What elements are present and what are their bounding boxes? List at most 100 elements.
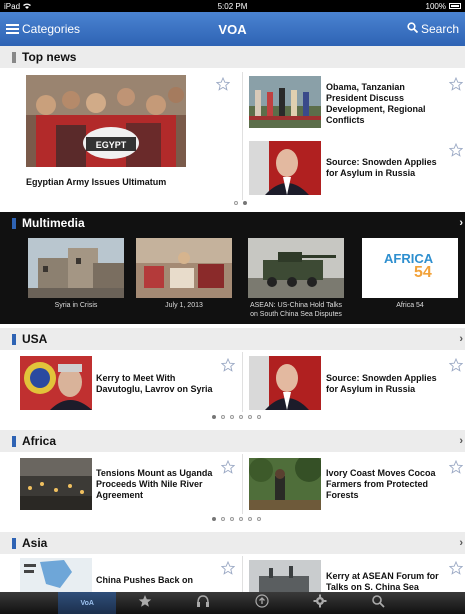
tab-audio[interactable] (174, 592, 232, 614)
column-divider (242, 72, 243, 200)
column-divider (242, 352, 243, 412)
voa-logo-icon: VoA (80, 599, 94, 607)
news-thumbnail[interactable] (249, 76, 321, 128)
column-divider (242, 556, 243, 592)
news-thumbnail[interactable] (249, 141, 321, 195)
favorite-star-icon[interactable] (448, 142, 464, 157)
section-title: Multimedia (22, 216, 85, 230)
multimedia-section: Multimedia › Syria in Crisis July 1, 201… (0, 212, 465, 324)
wifi-icon (23, 2, 32, 11)
tab-favorites[interactable] (116, 592, 174, 614)
section-title: Africa (22, 434, 57, 448)
star-icon (138, 594, 152, 613)
chevron-right-icon: › (459, 435, 463, 447)
battery-icon (448, 3, 461, 9)
multimedia-caption: July 1, 2013 (165, 302, 203, 309)
page-indicator[interactable] (212, 517, 261, 521)
multimedia-caption: ASEAN: US-China Hold Talks on South Chin… (249, 302, 343, 318)
headphones-icon (196, 594, 210, 613)
search-label: Search (420, 22, 459, 36)
page-dot[interactable] (234, 201, 238, 205)
news-headline[interactable]: Ivory Coast Moves Cocoa Farmers from Pro… (326, 468, 444, 501)
page-dot[interactable] (221, 415, 225, 419)
favorite-star-icon[interactable] (220, 560, 236, 575)
categories-button[interactable]: Categories (6, 22, 156, 36)
page-dot[interactable] (243, 201, 247, 205)
status-bar: iPad 5:02 PM 100% (0, 0, 465, 12)
section-header-top-news[interactable]: Top news (0, 46, 465, 68)
page-dot[interactable] (221, 517, 225, 521)
multimedia-caption: Syria in Crisis (54, 302, 98, 309)
news-thumbnail[interactable] (20, 558, 92, 592)
page-indicator[interactable] (234, 201, 247, 205)
page-dot[interactable] (230, 415, 234, 419)
menu-icon (6, 24, 19, 34)
multimedia-item[interactable]: Syria in Crisis (28, 238, 124, 320)
news-thumbnail[interactable] (249, 356, 321, 410)
page-dot[interactable] (257, 415, 261, 419)
section-header-africa[interactable]: Africa › (0, 430, 465, 452)
tab-search[interactable] (349, 592, 407, 614)
svg-text:EGYPT: EGYPT (96, 140, 127, 150)
tab-spacer (407, 592, 465, 614)
search-icon (407, 22, 419, 36)
news-headline[interactable]: Tensions Mount as Uganda Proceeds With N… (96, 468, 218, 501)
page-dot[interactable] (239, 517, 243, 521)
news-headline[interactable]: Obama, Tanzanian President Discuss Devel… (326, 82, 436, 126)
favorite-star-icon[interactable] (220, 357, 236, 372)
multimedia-item[interactable]: ASEAN: US-China Hold Talks on South Chin… (248, 238, 344, 320)
news-headline[interactable]: Kerry at ASEAN Forum for Talks on S. Chi… (326, 571, 442, 593)
news-thumbnail[interactable] (20, 458, 92, 510)
news-headline[interactable]: Source: Snowden Applies for Asylum in Ru… (326, 157, 438, 179)
news-thumbnail[interactable] (249, 560, 321, 592)
section-title: Asia (22, 536, 48, 550)
favorite-star-icon[interactable] (448, 560, 464, 575)
section-marker (12, 537, 16, 549)
device-label: iPad (4, 1, 21, 11)
chevron-right-icon: › (459, 537, 463, 549)
favorite-star-icon[interactable] (220, 459, 236, 474)
featured-headline[interactable]: Egyptian Army Issues Ultimatum (26, 177, 226, 188)
favorite-star-icon[interactable] (215, 76, 231, 91)
page-dot[interactable] (230, 517, 234, 521)
page-dot[interactable] (257, 517, 261, 521)
search-button[interactable]: Search (309, 22, 459, 36)
page-dot[interactable] (248, 415, 252, 419)
multimedia-thumbnail (248, 238, 344, 298)
page-dot[interactable] (212, 415, 216, 419)
favorite-star-icon[interactable] (448, 357, 464, 372)
news-thumbnail[interactable] (20, 356, 92, 410)
bottom-tab-bar: VoA (0, 592, 465, 614)
favorite-star-icon[interactable] (448, 76, 464, 91)
app-title: VOA (218, 21, 247, 37)
section-header-asia[interactable]: Asia › (0, 532, 465, 554)
multimedia-item[interactable]: AFRICA 54 Africa 54 (362, 238, 458, 320)
multimedia-caption: Africa 54 (396, 302, 424, 309)
page-dot[interactable] (212, 517, 216, 521)
chevron-right-icon: › (459, 217, 463, 229)
upload-icon (254, 593, 269, 613)
multimedia-thumbnail (28, 238, 124, 298)
favorite-star-icon[interactable] (448, 459, 464, 474)
tab-home[interactable]: VoA (58, 592, 117, 614)
featured-news-image[interactable]: EGYPT (26, 75, 186, 167)
news-headline[interactable]: Source: Snowden Applies for Asylum in Ru… (326, 373, 438, 395)
battery-percent: 100% (425, 1, 446, 11)
multimedia-item[interactable]: July 1, 2013 (136, 238, 232, 320)
news-headline[interactable]: China Pushes Back on (96, 575, 214, 586)
page-dot[interactable] (239, 415, 243, 419)
page-dot[interactable] (248, 517, 252, 521)
multimedia-thumbnail (136, 238, 232, 298)
section-marker (12, 333, 16, 345)
tab-share[interactable] (233, 592, 291, 614)
section-header-usa[interactable]: USA › (0, 328, 465, 350)
page-indicator[interactable] (212, 415, 261, 419)
tab-spacer (0, 592, 58, 614)
news-headline[interactable]: Kerry to Meet With Davutoglu, Lavrov on … (96, 373, 214, 395)
section-title: Top news (22, 50, 77, 64)
section-header-multimedia[interactable]: Multimedia › (0, 212, 465, 234)
news-thumbnail[interactable] (249, 458, 321, 510)
africa-54-logo: AFRICA 54 (362, 238, 458, 298)
tab-settings[interactable] (291, 592, 349, 614)
section-title: USA (22, 332, 48, 346)
